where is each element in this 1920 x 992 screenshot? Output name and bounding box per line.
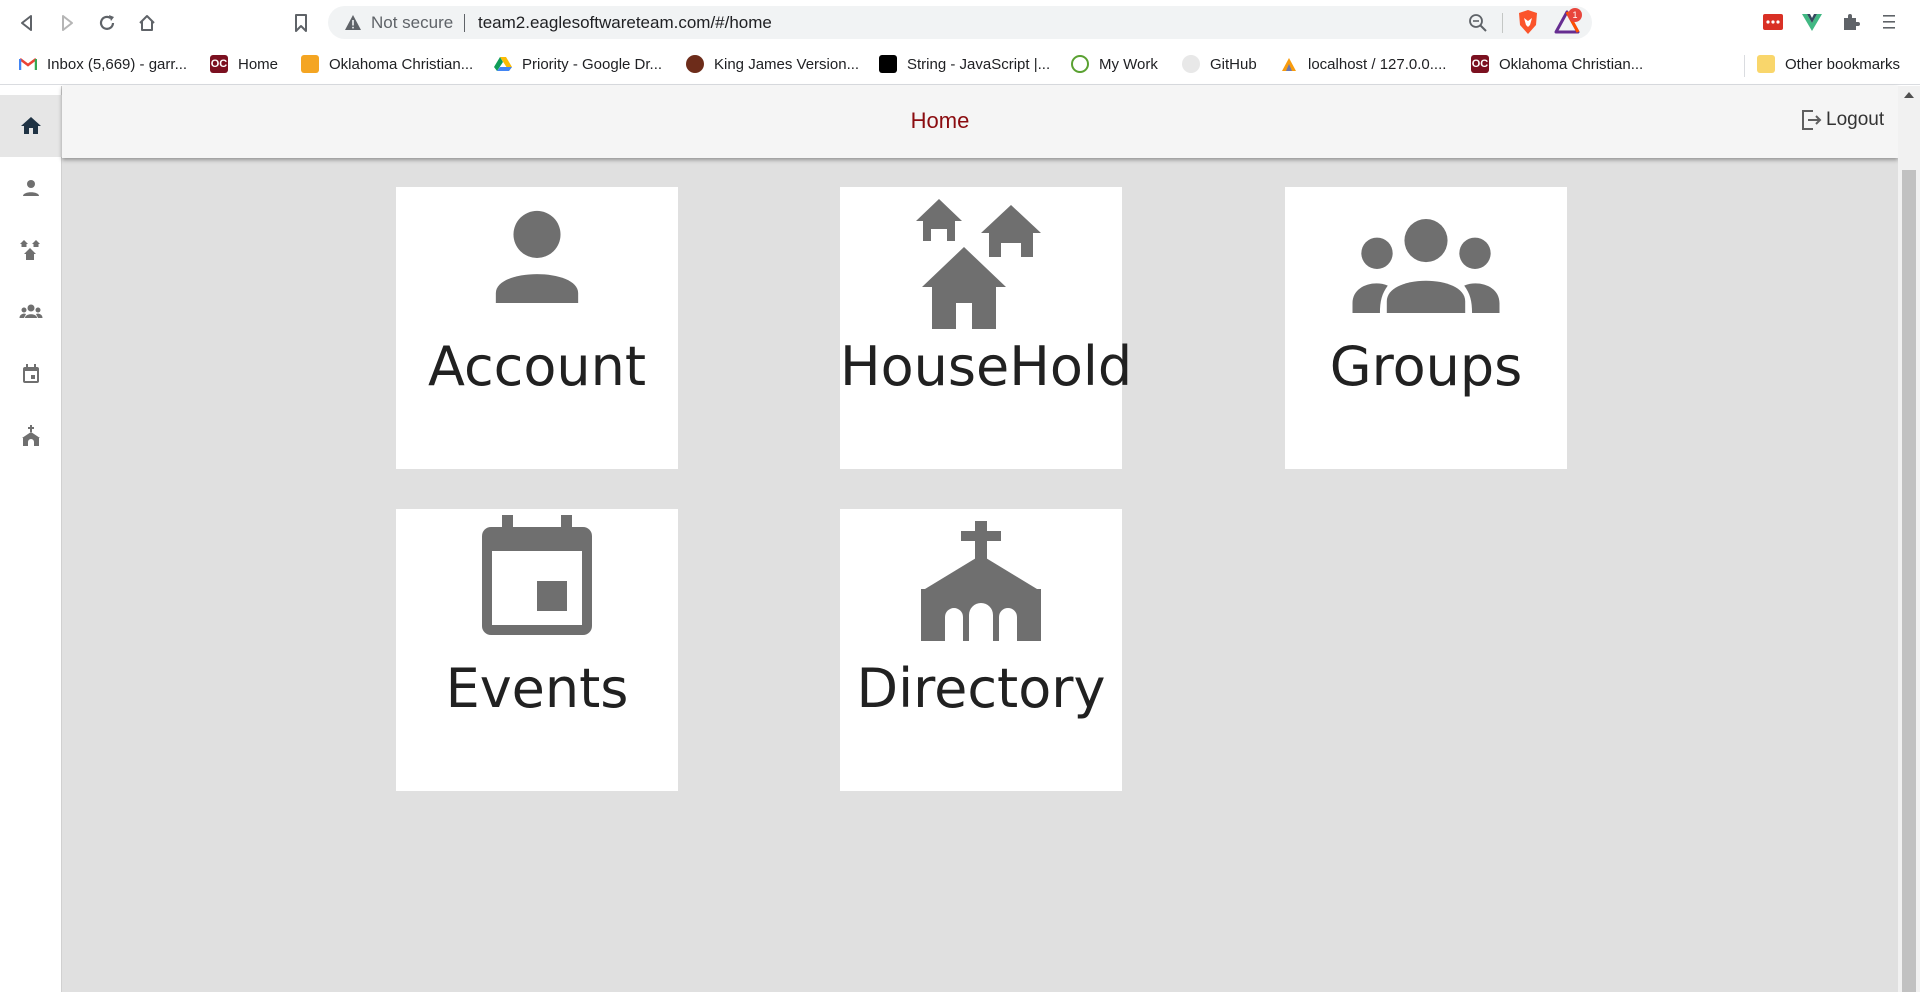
browser-toolbar: Not secure team2.eaglesoftwareteam.com/#…	[0, 0, 1920, 45]
person-icon	[23, 180, 39, 196]
bookmark-label: My Work	[1099, 55, 1158, 73]
bookmark-mdn-string[interactable]: String - JavaScript |...	[879, 53, 1050, 75]
forward-icon[interactable]	[55, 11, 79, 35]
rewards-badge: 1	[1568, 8, 1582, 22]
phpmyadmin-icon	[1280, 55, 1298, 73]
sidenav-directory[interactable]	[0, 405, 62, 467]
app-header: Home Logout	[62, 86, 1898, 158]
sidenav-groups[interactable]	[0, 281, 62, 343]
security-status[interactable]: Not secure	[371, 13, 453, 33]
bookmark-google-drive[interactable]: Priority - Google Dr...	[494, 53, 662, 75]
bookmark-github[interactable]: GitHub	[1182, 53, 1257, 75]
other-bookmarks[interactable]: Other bookmarks	[1757, 53, 1900, 75]
gmail-icon	[19, 55, 37, 73]
google-drive-icon	[494, 55, 512, 73]
tile-label: Groups	[1329, 335, 1523, 398]
bookmark-oklahoma-christian-2[interactable]: OC Oklahoma Christian...	[1471, 53, 1643, 75]
bookmarks-separator	[1744, 55, 1745, 77]
sidenav-home[interactable]	[0, 95, 62, 157]
bookmark-label: GitHub	[1210, 55, 1257, 73]
tile-household[interactable]: HouseHold	[840, 187, 1133, 469]
household-icon	[20, 240, 40, 260]
tile-label: Directory	[856, 657, 1106, 720]
extensions-puzzle-icon[interactable]	[1840, 11, 1862, 33]
warning-icon	[345, 15, 361, 30]
tile-label: Events	[445, 657, 629, 720]
bible-icon	[686, 55, 704, 73]
my-work-icon	[1071, 55, 1089, 73]
bookmark-label: Oklahoma Christian...	[329, 55, 474, 73]
tile-events[interactable]: Events	[396, 509, 678, 791]
bookmark-label: Oklahoma Christian...	[1499, 55, 1644, 73]
scrollbar-thumb[interactable]	[1902, 170, 1916, 992]
sidenav-household[interactable]	[0, 219, 62, 281]
bookmark-label: String - JavaScript |...	[907, 55, 1051, 73]
mdn-icon	[879, 55, 897, 73]
bookmark-label: Inbox (5,669) - garr...	[47, 55, 188, 73]
omnibox-divider	[1502, 13, 1503, 33]
bookmark-label: Home	[238, 55, 279, 73]
bookmark-label: Priority - Google Dr...	[522, 55, 663, 73]
bookmark-phpmyadmin[interactable]: localhost / 127.0.0....	[1280, 53, 1446, 75]
bookmarks-bar: Inbox (5,669) - garr... OC Home Oklahoma…	[0, 45, 1920, 85]
page-scrollbar[interactable]	[1898, 86, 1920, 992]
scroll-up-arrow-icon[interactable]	[1904, 92, 1914, 98]
side-navigation	[0, 86, 62, 992]
groups-icon	[19, 304, 43, 318]
app-page: Home Logout Account HouseHold Groups Eve…	[0, 86, 1920, 992]
vue-devtools-icon[interactable]	[1801, 11, 1823, 33]
tile-label: HouseHold	[840, 335, 1133, 398]
oc-logo-icon: OC	[210, 55, 228, 73]
tile-directory[interactable]: Directory	[840, 509, 1122, 791]
url-text[interactable]: team2.eaglesoftwareteam.com/#/home	[478, 13, 772, 33]
bookmark-icon[interactable]	[289, 11, 313, 35]
brave-rewards-button[interactable]: 1	[1554, 8, 1582, 34]
home-browser-icon[interactable]	[135, 11, 159, 35]
logout-button[interactable]: Logout	[1800, 108, 1884, 132]
brave-shield-icon[interactable]	[1516, 9, 1540, 35]
menu-icon[interactable]	[1878, 11, 1900, 33]
logout-label: Logout	[1826, 109, 1885, 130]
bookmark-gmail[interactable]: Inbox (5,669) - garr...	[19, 53, 187, 75]
bookmark-oklahoma-christian[interactable]: Oklahoma Christian...	[301, 53, 473, 75]
github-icon	[1182, 55, 1200, 73]
reload-icon[interactable]	[95, 11, 119, 35]
bookmark-my-work[interactable]: My Work	[1071, 53, 1158, 75]
bookmark-label: King James Version...	[714, 55, 860, 73]
bookmark-label: localhost / 127.0.0....	[1308, 55, 1447, 73]
person-icon	[495, 210, 579, 304]
calendar-icon	[23, 364, 39, 383]
bookmark-king-james[interactable]: King James Version...	[686, 53, 859, 75]
page-title: Home	[910, 108, 970, 133]
calendar-icon	[482, 515, 592, 635]
back-icon[interactable]	[15, 11, 39, 35]
church-icon	[921, 521, 1041, 641]
household-icon	[916, 199, 1041, 329]
tile-label: Account	[427, 335, 647, 398]
sidenav-account[interactable]	[0, 157, 62, 219]
folder-icon	[1757, 55, 1775, 73]
zoom-icon[interactable]	[1468, 13, 1488, 33]
logout-icon	[1802, 110, 1822, 130]
church-icon	[22, 425, 40, 446]
extension-red-icon[interactable]	[1762, 11, 1784, 33]
groups-icon	[1352, 218, 1500, 314]
address-separator	[464, 14, 465, 32]
tile-account[interactable]: Account	[396, 187, 678, 469]
home-icon	[21, 117, 41, 134]
tile-groups[interactable]: Groups	[1285, 187, 1567, 469]
sidenav-events[interactable]	[0, 343, 62, 405]
bookmark-home[interactable]: OC Home	[210, 53, 278, 75]
other-bookmarks-label: Other bookmarks	[1785, 55, 1901, 73]
address-bar[interactable]: Not secure team2.eaglesoftwareteam.com/#…	[328, 6, 1592, 39]
pencil-note-icon	[301, 55, 319, 73]
oc-logo-icon: OC	[1471, 55, 1489, 73]
